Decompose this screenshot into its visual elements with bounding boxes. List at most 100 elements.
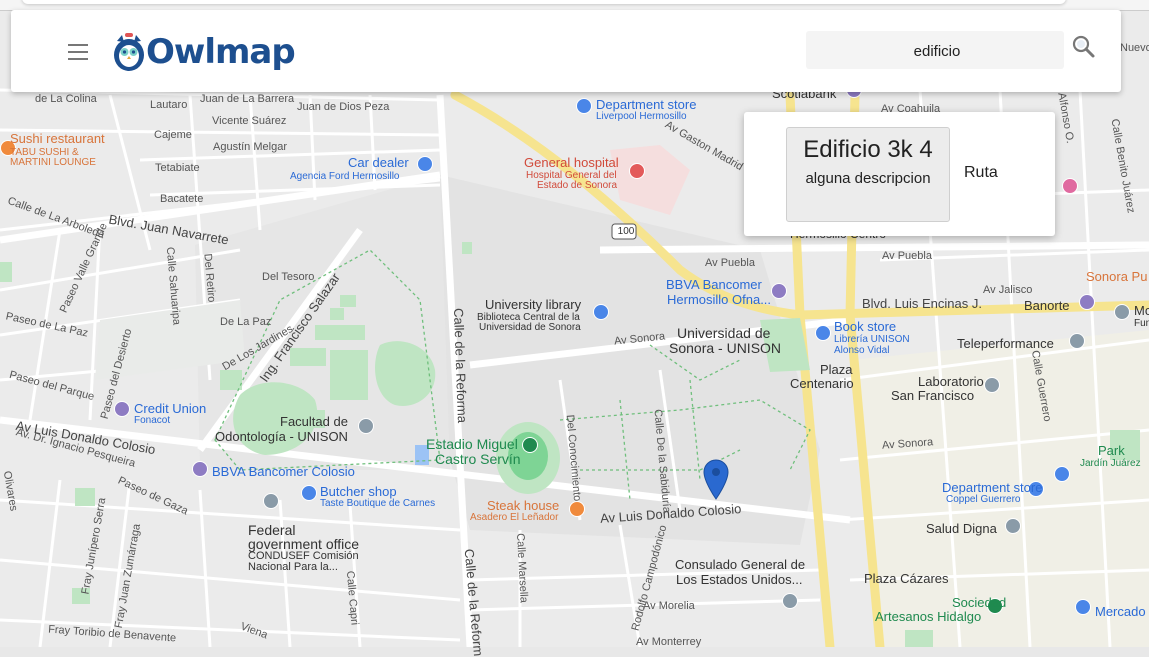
poi-sublabel: Fonacot bbox=[134, 415, 171, 426]
poi-label[interactable]: Department store bbox=[596, 97, 696, 112]
search-results-popup: Edificio 3k 4 alguna descripcion Ruta bbox=[744, 112, 1055, 236]
clinic-icon[interactable] bbox=[1005, 518, 1021, 534]
road-label: Av Puebla bbox=[705, 257, 755, 269]
poi-label[interactable]: Mercado bbox=[1095, 604, 1146, 619]
museum-pin-icon[interactable] bbox=[1114, 304, 1130, 320]
poi-sublabel: Taste Boutique de Carnes bbox=[320, 498, 436, 509]
bank-atm-icon[interactable] bbox=[192, 461, 208, 477]
building-pin-icon[interactable] bbox=[1069, 333, 1085, 349]
poi-sublabel: Liverpool Hermosillo bbox=[596, 111, 687, 122]
poi-sublabel: Asadero El Leñador bbox=[470, 512, 559, 523]
car-dealer-icon[interactable] bbox=[417, 156, 433, 172]
poi-label[interactable]: Sushi restaurant bbox=[10, 131, 105, 146]
poi-label[interactable]: Butcher shop bbox=[320, 484, 397, 499]
road-label: Juan de Dios Peza bbox=[297, 101, 390, 113]
cart-icon[interactable] bbox=[1075, 599, 1091, 615]
consulate-icon[interactable] bbox=[782, 593, 798, 609]
poi-sublabel: MARTINI LOUNGE bbox=[10, 157, 96, 168]
poi-label[interactable]: Book store bbox=[834, 319, 896, 334]
road-label: Vicente Suárez bbox=[212, 115, 287, 127]
poi-sublabel: Librería UNISON bbox=[834, 334, 910, 345]
store-icon[interactable] bbox=[1054, 466, 1070, 482]
poi-label[interactable]: Sociedad bbox=[952, 595, 1006, 610]
atm-icon[interactable] bbox=[1079, 294, 1095, 310]
poi-label[interactable]: Car dealer bbox=[348, 155, 409, 170]
search-box[interactable] bbox=[806, 31, 1068, 71]
road-label: Juan de La Barrera bbox=[200, 93, 295, 105]
poi-label[interactable]: Sonora Pu bbox=[1086, 269, 1147, 284]
search-result-card[interactable]: Edificio 3k 4 alguna descripcion bbox=[786, 127, 950, 222]
poi-label[interactable]: BBVA Bancomer bbox=[666, 277, 762, 292]
app-logo-text: Owlmap bbox=[146, 32, 296, 72]
hotel-icon[interactable] bbox=[1062, 178, 1078, 194]
butcher-icon[interactable] bbox=[301, 485, 317, 501]
highway-shield-label: 100 bbox=[617, 226, 635, 237]
poi-sublabel: Castro Servín bbox=[435, 451, 521, 467]
poi-sublabel: Nacional Para la... bbox=[248, 561, 338, 573]
poi-sublabel: Alonso Vidal bbox=[834, 345, 890, 356]
result-description: alguna descripcion bbox=[805, 170, 931, 187]
road-label: Tetabiate bbox=[155, 162, 200, 174]
road-label: Av Puebla bbox=[882, 250, 932, 262]
poi-label[interactable]: Plaza Cázares bbox=[864, 571, 949, 586]
poi-sublabel: Coppel Guerrero bbox=[946, 494, 1021, 505]
poi-label[interactable]: Estadio Miguel bbox=[426, 436, 518, 452]
road-label: Av Morelia bbox=[643, 600, 695, 612]
library-icon[interactable] bbox=[593, 304, 609, 320]
poi-label[interactable]: Credit Union bbox=[134, 401, 206, 416]
poi-label[interactable]: Teleperformance bbox=[957, 336, 1054, 351]
map-canvas[interactable]: de La Colina Lautaro Juan de La Barrera … bbox=[0, 0, 1149, 657]
app-logo[interactable]: Owlmap bbox=[112, 28, 296, 76]
poi-label[interactable]: Universidad de bbox=[677, 325, 770, 341]
hamburger-menu-icon[interactable] bbox=[68, 44, 88, 60]
road-label: Nuevo bbox=[1120, 42, 1149, 54]
poi-sublabel: Artesanos Hidalgo bbox=[875, 609, 982, 624]
poi-label[interactable]: BBVA Bancomer Colosio bbox=[212, 464, 355, 479]
poi-label[interactable]: Consulado General de bbox=[675, 557, 805, 572]
poi-sublabel: Estado de Sonora bbox=[537, 180, 618, 191]
poi-sublabel: Agencia Ford Hermosillo bbox=[290, 171, 400, 182]
road-label: De La Paz bbox=[220, 316, 272, 328]
credit-union-icon[interactable] bbox=[114, 401, 130, 417]
search-input[interactable] bbox=[806, 31, 1068, 71]
restaurant-icon[interactable] bbox=[569, 501, 585, 517]
top-strip-pill bbox=[22, 0, 1066, 4]
search-button[interactable] bbox=[1071, 34, 1097, 60]
road-label: de La Colina bbox=[35, 93, 97, 105]
road-label: Del Tesoro bbox=[262, 271, 315, 283]
route-button[interactable]: Ruta bbox=[956, 162, 1006, 184]
government-icon[interactable] bbox=[263, 493, 279, 509]
poi-sublabel: San Francisco bbox=[891, 388, 975, 403]
app-header: Owlmap bbox=[11, 10, 1121, 92]
poi-sublabel: Fun bbox=[1134, 318, 1149, 329]
poi-label[interactable]: Facultad de bbox=[280, 414, 348, 429]
poi-label[interactable]: Park bbox=[1098, 443, 1125, 458]
bookstore-icon[interactable] bbox=[815, 325, 831, 341]
poi-label[interactable]: Plaza bbox=[820, 362, 853, 377]
poi-label[interactable]: Banorte bbox=[1024, 298, 1070, 313]
poi-label[interactable]: Department store bbox=[942, 480, 1042, 495]
poi-sublabel: Centenario bbox=[790, 376, 854, 391]
owl-logo-icon bbox=[114, 33, 144, 71]
poi-sublabel: Sonora - UNISON bbox=[669, 340, 782, 356]
stadium-icon[interactable] bbox=[522, 437, 538, 453]
poi-sublabel: Odontología - UNISON bbox=[215, 429, 348, 444]
road-label: Lautaro bbox=[150, 99, 188, 111]
school-icon[interactable] bbox=[358, 418, 374, 434]
poi-label[interactable]: Mo bbox=[1134, 303, 1149, 318]
poi-label[interactable]: Salud Digna bbox=[926, 521, 997, 536]
bank-icon[interactable] bbox=[771, 283, 787, 299]
road-label: Blvd. Luis Encinas J. bbox=[862, 296, 982, 311]
poi-sublabel: Universidad de Sonora bbox=[479, 322, 581, 333]
poi-label[interactable]: Steak house bbox=[487, 498, 559, 513]
poi-label[interactable]: General hospital bbox=[524, 155, 619, 170]
poi-label[interactable]: Laboratorio bbox=[918, 374, 984, 389]
laboratory-pin-icon[interactable] bbox=[984, 377, 1000, 393]
hospital-icon[interactable] bbox=[629, 163, 645, 179]
poi-sublabel: Los Estados Unidos... bbox=[676, 572, 803, 587]
result-title: Edificio 3k 4 bbox=[803, 136, 933, 163]
shopping-bag-icon[interactable] bbox=[576, 98, 592, 114]
road-label: Av Monterrey bbox=[636, 636, 702, 648]
poi-label[interactable]: University library bbox=[485, 297, 581, 312]
location-marker-icon[interactable] bbox=[702, 458, 730, 500]
